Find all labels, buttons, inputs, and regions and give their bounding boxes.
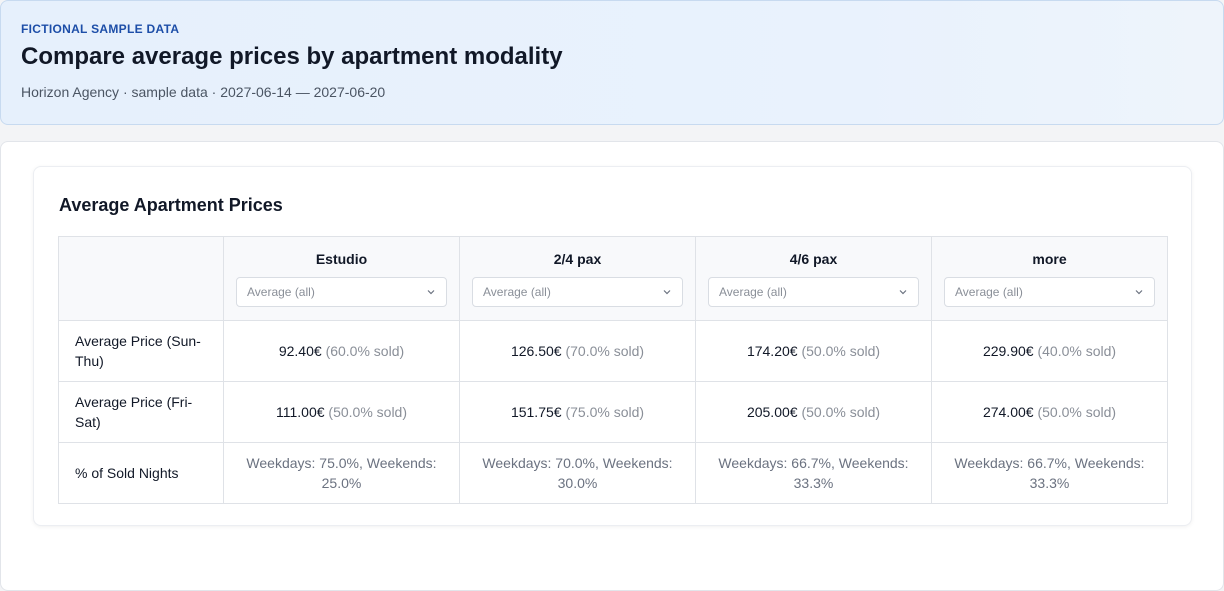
select-value: Average (all) [955,285,1023,299]
price-cell: 274.00€ (50.0% sold) [931,381,1168,443]
corner-cell [58,236,224,321]
price-value: 111.00€ [275,404,325,420]
table-row: % of Sold Nights Weekdays: 75.0%, Weeken… [58,442,1168,504]
column-header-2-4-pax: 2/4 pax Average (all) [459,236,696,321]
price-cell: 174.20€ (50.0% sold) [695,320,932,382]
sold-percentage: (75.0% sold) [565,404,645,420]
price-cell: 205.00€ (50.0% sold) [695,381,932,443]
select-value: Average (all) [719,285,787,299]
table-row: Average Price (Sun-Thu) 92.40€ (60.0% so… [58,320,1168,382]
sold-percentage: (50.0% sold) [1037,404,1117,420]
price-cell: 126.50€ (70.0% sold) [459,320,696,382]
price-value: 205.00€ [746,404,798,420]
column-name: more [1032,251,1067,267]
price-value: 92.40€ [278,343,322,359]
page-header: FICTIONAL SAMPLE DATA Compare average pr… [0,0,1224,125]
sold-percentage: (70.0% sold) [565,343,645,359]
column-name: 4/6 pax [789,251,838,267]
prices-card: Average Apartment Prices Estudio Average… [33,166,1192,526]
row-label-sold-nights: % of Sold Nights [58,442,224,504]
price-value: 174.20€ [746,343,798,359]
sold-nights-cell: Weekdays: 75.0%, Weekends: 25.0% [223,442,460,504]
column-name: 2/4 pax [553,251,602,267]
row-label-weekend: Average Price (Fri-Sat) [58,381,224,443]
column-name: Estudio [315,251,368,267]
sold-nights-cell: Weekdays: 66.7%, Weekends: 33.3% [931,442,1168,504]
page-title: Compare average prices by apartment moda… [21,43,563,70]
price-value: 229.90€ [982,343,1034,359]
table-header-row: Estudio Average (all) 2/4 pax Average (a… [58,236,1168,321]
select-value: Average (all) [483,285,551,299]
card-title: Average Apartment Prices [59,195,283,215]
price-value: 274.00€ [982,404,1034,420]
column-header-4-6-pax: 4/6 pax Average (all) [695,236,932,321]
chevron-down-icon [427,290,435,295]
content-panel: Average Apartment Prices Estudio Average… [0,141,1224,591]
sold-percentage: (50.0% sold) [801,404,881,420]
sold-percentage: (50.0% sold) [328,404,407,420]
sold-percentage: (40.0% sold) [1037,343,1117,359]
sold-nights-cell: Weekdays: 66.7%, Weekends: 33.3% [695,442,932,504]
estudio-average-select[interactable]: Average (all) [236,277,447,307]
row-label-weekday: Average Price (Sun-Thu) [58,320,224,382]
column-header-more: more Average (all) [931,236,1168,321]
price-cell: 229.90€ (40.0% sold) [931,320,1168,382]
price-cell: 111.00€ (50.0% sold) [223,381,460,443]
select-value: Average (all) [247,285,315,299]
sold-percentage: (60.0% sold) [325,343,405,359]
sold-percentage: (50.0% sold) [801,343,881,359]
sold-nights-cell: Weekdays: 70.0%, Weekends: 30.0% [459,442,696,504]
table-row: Average Price (Fri-Sat) 111.00€ (50.0% s… [58,381,1168,443]
price-value: 151.75€ [510,404,562,420]
2-4-pax-average-select[interactable]: Average (all) [472,277,683,307]
chevron-down-icon [1135,290,1143,295]
price-value: 126.50€ [510,343,562,359]
page-subtitle: Horizon Agency · sample data · 2027-06-1… [21,84,386,100]
prices-table: Estudio Average (all) 2/4 pax Average (a… [58,236,1168,504]
chevron-down-icon [899,290,907,295]
more-average-select[interactable]: Average (all) [944,277,1155,307]
price-cell: 92.40€ (60.0% sold) [223,320,460,382]
eyebrow-label: FICTIONAL SAMPLE DATA [21,22,180,36]
column-header-estudio: Estudio Average (all) [223,236,460,321]
4-6-pax-average-select[interactable]: Average (all) [708,277,919,307]
chevron-down-icon [663,290,671,295]
price-cell: 151.75€ (75.0% sold) [459,381,696,443]
